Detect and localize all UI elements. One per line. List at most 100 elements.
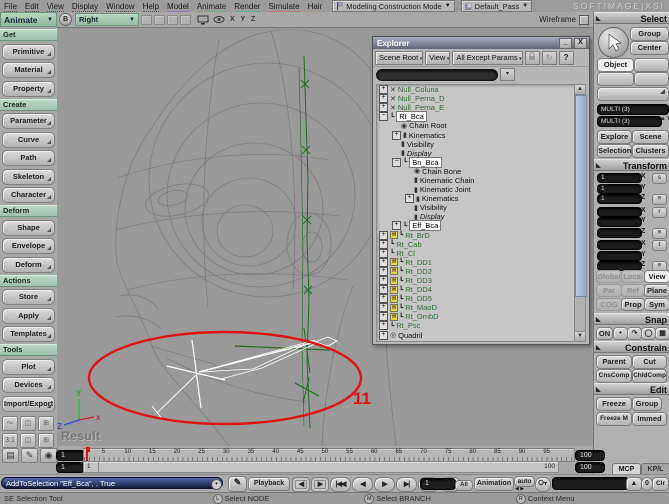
expand-icon[interactable]: +	[379, 85, 388, 95]
tree-row[interactable]: + ▮ Kinematics	[377, 130, 576, 140]
toolbar-button-character[interactable]: Character	[2, 187, 55, 203]
selection-dropdown[interactable]: ◢	[597, 87, 669, 101]
clusters-button[interactable]: Clusters	[632, 144, 669, 158]
mode-button-global[interactable]: Global	[596, 270, 622, 283]
mode-button-par[interactable]: Par	[596, 284, 622, 297]
center-button[interactable]: Center	[630, 41, 669, 55]
tree-node-label[interactable]: Rt_BrD	[405, 231, 430, 240]
module-menu-simulate[interactable]: Simulate	[268, 1, 300, 13]
selection-list-field-2[interactable]: MULTI (3)	[597, 116, 662, 127]
group-button[interactable]: Group	[630, 27, 669, 41]
scale-key-button[interactable]: s	[652, 173, 667, 184]
expand-icon[interactable]: +	[392, 130, 401, 140]
tree-row[interactable]: + H ┗ Rt_DD3	[377, 276, 576, 286]
command-history-icon[interactable]: ▾	[211, 479, 222, 490]
tree-node-label[interactable]: Rt_Psc	[396, 321, 420, 330]
tree-node-label[interactable]: Quadril	[398, 331, 422, 340]
module-menu-render[interactable]: Render	[234, 1, 261, 13]
tree-row[interactable]: + ┗ Rt_Psc	[377, 321, 576, 331]
transform-scale-y-field[interactable]: 1	[597, 183, 642, 194]
toolbar-button-devices[interactable]: Devices	[2, 377, 55, 393]
eye-icon[interactable]	[213, 15, 225, 24]
layout-preset-button-5[interactable]: ◫	[20, 433, 36, 448]
selection-list-field[interactable]: MULTI (3)	[597, 104, 669, 115]
tree-node-label[interactable]: Rt_DD1	[405, 258, 432, 267]
select-section-header[interactable]: Select	[594, 12, 669, 25]
toolbar-button-deform[interactable]: Deform	[2, 256, 55, 273]
first-frame-button[interactable]: |◀◀	[330, 477, 351, 492]
transform-menu-icon[interactable]: ≡	[652, 194, 667, 205]
current-frame-field[interactable]: 1	[420, 478, 456, 490]
tree-row[interactable]: ▮ Display	[377, 212, 576, 221]
tree-row[interactable]: + ▮ Kinematics	[377, 194, 576, 204]
explorer-title-bar[interactable]: Explorer _ X	[373, 37, 589, 49]
tree-node-label[interactable]: Rt_DD2	[405, 267, 432, 276]
refresh-icon[interactable]: ↻	[541, 50, 557, 65]
maximize-viewport-icon[interactable]	[579, 14, 589, 25]
viewport-letter-button[interactable]: B	[59, 13, 72, 26]
render-pass-dropdown[interactable]: Default_Pass ▼	[460, 0, 533, 12]
marked-param-up-icon[interactable]: ▲	[626, 477, 642, 491]
select-tool-button[interactable]	[598, 27, 629, 58]
chldcomp-button[interactable]: ChldComp	[632, 369, 667, 383]
tree-node-label[interactable]: Rt_Cab	[396, 240, 421, 249]
construction-mode-dropdown[interactable]: Modeling Construction Mode ▼	[332, 0, 455, 12]
layout-preset-button-3[interactable]: ⊞	[38, 416, 54, 431]
tree-node-label[interactable]: Visibility	[420, 203, 447, 212]
tree-node-label[interactable]: Kinematic Joint	[420, 185, 471, 194]
tree-node-label[interactable]: Rt_MaoD	[405, 303, 437, 312]
transform-menu-icon[interactable]: ≡	[652, 227, 667, 239]
snap-on-button[interactable]: ON	[596, 327, 613, 340]
transform-scale-x-field[interactable]: 1	[597, 173, 642, 183]
shading-menu[interactable]: Wireframe	[539, 14, 589, 25]
toolbar-button-envelope[interactable]: Envelope	[2, 238, 55, 254]
point-snap-icon[interactable]: •	[613, 327, 628, 340]
tree-node-label[interactable]: Rt_DD3	[405, 276, 432, 285]
next-frame-button[interactable]: ▶	[311, 477, 329, 492]
tree-row[interactable]: + H ┗ Rt_MaoD	[377, 303, 576, 313]
mode-button-local[interactable]: Local	[621, 270, 645, 283]
tree-row[interactable]: + ✕ Null_Perna_D	[377, 94, 576, 104]
play-backward-button[interactable]: ◀	[352, 477, 373, 492]
tree-row[interactable]: + H ┗ Rt_DD4	[377, 285, 576, 295]
expand-icon[interactable]: +	[379, 303, 388, 313]
help-button[interactable]: ?	[558, 50, 574, 65]
expand-icon[interactable]: +	[405, 194, 414, 204]
tree-row[interactable]: + ✕ Null_Coluna	[377, 85, 576, 95]
tree-row[interactable]: + H ┗ Rt_BrD	[377, 230, 576, 240]
mode-button-cog[interactable]: COG	[596, 298, 622, 311]
tree-node-label[interactable]: Visibility	[407, 140, 434, 149]
tree-row[interactable]: − ┗ Rt_Bca	[377, 111, 576, 123]
expand-icon[interactable]: +	[379, 330, 388, 340]
animation-menu-button[interactable]: Animation	[474, 477, 514, 491]
axis-toggle-labels[interactable]: X Y Z	[230, 16, 257, 23]
expand-icon[interactable]: +	[379, 94, 388, 104]
expand-icon[interactable]: +	[379, 312, 388, 322]
menu-view[interactable]: View	[46, 1, 64, 12]
transform-scale-z-field[interactable]: 1	[597, 194, 642, 204]
selection-button[interactable]: Selection	[597, 144, 632, 158]
playhead[interactable]	[86, 447, 90, 462]
script-editor-icon[interactable]: ✎	[228, 476, 247, 492]
close-button[interactable]: X	[574, 37, 587, 49]
tree-row[interactable]: ◉ Chain Root	[377, 121, 576, 130]
loop-end-field[interactable]: 100	[575, 462, 605, 473]
freeze-button[interactable]: Freeze	[596, 397, 632, 411]
constrain-section-header[interactable]: Constrain	[594, 341, 669, 354]
layout-preset-button-6[interactable]: ⊞	[38, 433, 54, 448]
tree-row[interactable]: + ┗ Rt_Cl	[377, 248, 576, 258]
expand-icon[interactable]: +	[379, 294, 388, 304]
tree-row[interactable]: ▮ Display	[377, 149, 576, 158]
viewport-camera-menu[interactable]: Right ▼	[75, 13, 139, 26]
play-forward-button[interactable]: ▶	[374, 477, 395, 492]
explore-button[interactable]: Explore	[597, 130, 632, 144]
edit-section-header[interactable]: Edit	[594, 383, 669, 396]
surface-snap-icon[interactable]: ◯	[641, 327, 656, 340]
tree-row[interactable]: − ┗ Bn_Bca	[377, 156, 576, 168]
menu-file[interactable]: File	[4, 1, 17, 12]
rotate-key-button[interactable]: r	[652, 206, 667, 218]
expand-icon[interactable]: +	[379, 276, 388, 286]
search-input[interactable]	[376, 68, 498, 81]
filter-dropdown[interactable]: All Except Params	[452, 50, 523, 65]
scroll-down-icon[interactable]: ▼	[575, 331, 585, 341]
